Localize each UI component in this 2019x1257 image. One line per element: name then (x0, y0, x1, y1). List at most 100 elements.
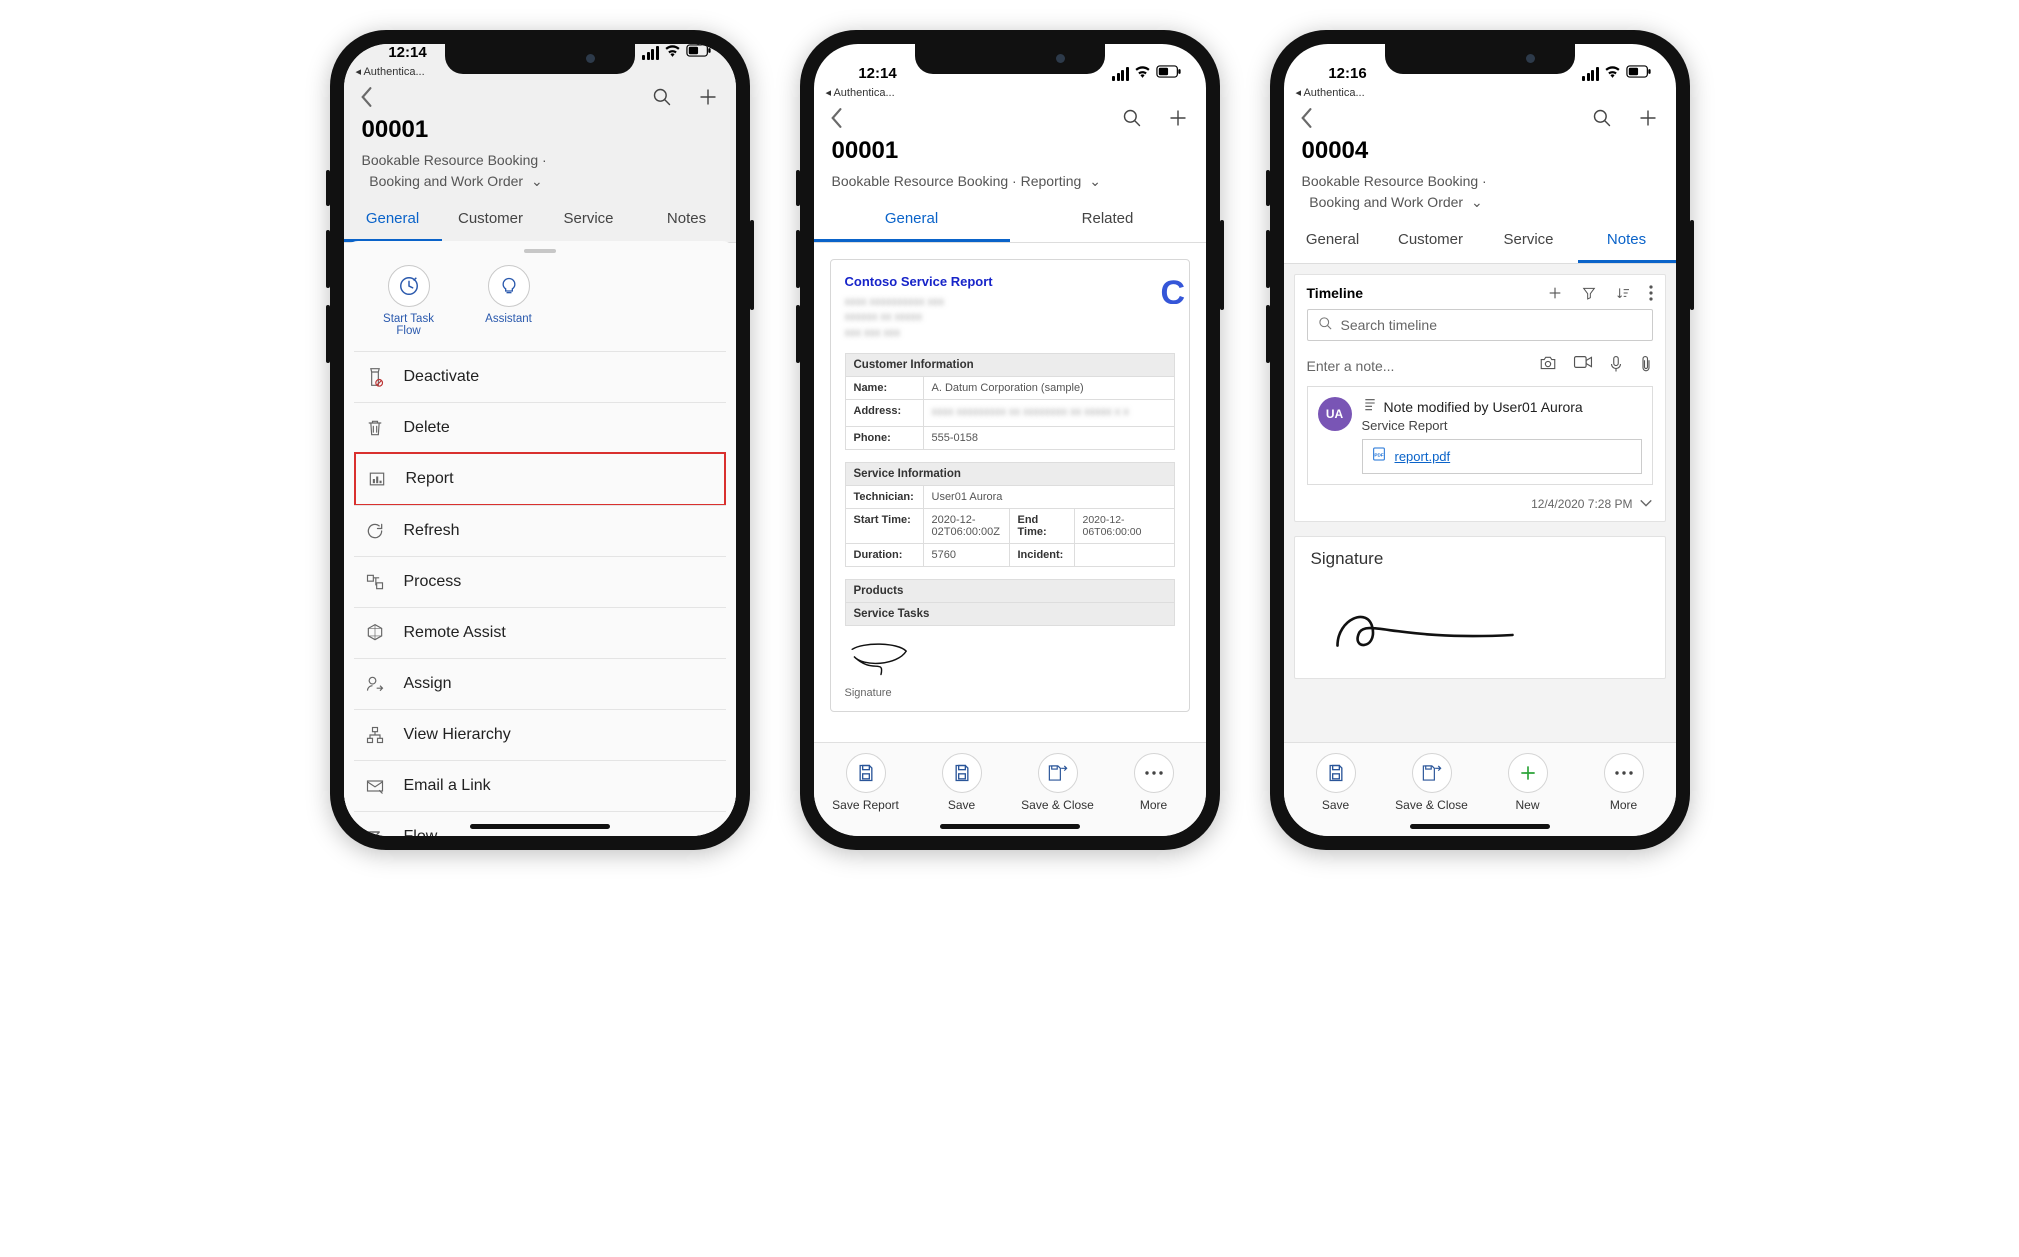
search-icon[interactable] (1592, 108, 1612, 128)
quick-assistant[interactable]: Assistant (474, 265, 544, 337)
expand-icon[interactable] (1639, 497, 1653, 511)
label-incident: Incident: (1010, 544, 1075, 566)
signature-card: Signature (1294, 536, 1666, 679)
action-email-link[interactable]: Email a Link (354, 760, 726, 811)
tab-service[interactable]: Service (1480, 231, 1578, 263)
record-breadcrumb[interactable]: Bookable Resource Booking · Booking and … (344, 150, 736, 198)
back-to-app[interactable]: ◂ Authentica... (814, 84, 1206, 99)
sheet-handle[interactable] (524, 249, 556, 253)
value-address-redacted: xxxx xxxxxxxxx xx xxxxxxxx xx xxxxx x x (924, 400, 1174, 425)
tab-notes[interactable]: Notes (1578, 231, 1676, 263)
back-to-app[interactable]: ◂ Authentica... (1284, 84, 1676, 99)
action-remote-assist[interactable]: Remote Assist (354, 607, 726, 658)
cmd-save[interactable]: Save (1296, 753, 1376, 812)
timeline-overflow-icon[interactable] (1649, 285, 1653, 301)
phone-1: 12:14 ◂ Authentica... 00001 Bookable Res… (330, 30, 750, 850)
cellular-icon (1112, 67, 1129, 81)
attachment-icon[interactable] (1639, 355, 1653, 376)
note-input-placeholder[interactable]: Enter a note... (1307, 358, 1395, 374)
battery-icon (1156, 65, 1182, 82)
camera-icon[interactable] (1539, 355, 1557, 376)
timeline-add-icon[interactable] (1547, 285, 1563, 301)
section-products: Products (845, 579, 1175, 603)
add-icon[interactable] (1638, 108, 1658, 128)
tab-notes[interactable]: Notes (638, 210, 736, 242)
remote-assist-icon (364, 622, 386, 644)
section-customer-info: Customer Information (845, 353, 1175, 377)
report-title: Contoso Service Report (845, 274, 1175, 289)
add-icon[interactable] (698, 87, 718, 107)
value-phone: 555-0158 (924, 427, 1174, 449)
microphone-icon[interactable] (1609, 355, 1623, 376)
tab-general[interactable]: General (1284, 231, 1382, 263)
status-time: 12:14 (368, 44, 448, 61)
file-link[interactable]: report.pdf (1395, 449, 1451, 464)
timeline-search-placeholder: Search timeline (1341, 317, 1438, 333)
battery-icon (686, 44, 712, 61)
search-icon[interactable] (652, 87, 672, 107)
tab-customer[interactable]: Customer (442, 210, 540, 242)
cellular-icon (1582, 67, 1599, 81)
back-button[interactable] (828, 107, 844, 129)
file-attachment[interactable]: PDF report.pdf (1362, 439, 1642, 474)
timeline-heading: Timeline (1307, 285, 1364, 301)
record-breadcrumb[interactable]: Bookable Resource Booking · Reporting ⌄ (814, 171, 1206, 198)
svg-text:PDF: PDF (1374, 453, 1383, 458)
timeline-sort-icon[interactable] (1615, 285, 1631, 301)
email-icon (364, 775, 386, 797)
signature-canvas[interactable] (1295, 573, 1665, 678)
tab-customer[interactable]: Customer (1382, 231, 1480, 263)
nav-row (814, 99, 1206, 133)
value-end-time: 2020-12-06T06:00:00 (1075, 509, 1174, 543)
cmd-save-report[interactable]: Save Report (826, 753, 906, 812)
cmd-new[interactable]: New (1488, 753, 1568, 812)
save-close-icon (1412, 753, 1452, 793)
action-assign[interactable]: Assign (354, 658, 726, 709)
home-indicator[interactable] (1410, 824, 1550, 829)
cmd-save-close[interactable]: Save & Close (1018, 753, 1098, 812)
timeline-timestamp: 12/4/2020 7:28 PM (1531, 497, 1632, 511)
more-icon (1604, 753, 1644, 793)
tab-general[interactable]: General (344, 210, 442, 242)
avatar: UA (1318, 397, 1352, 431)
phone-notch (915, 44, 1105, 74)
cmd-save[interactable]: Save (922, 753, 1002, 812)
timeline-filter-icon[interactable] (1581, 285, 1597, 301)
phone-3: 12:16 ◂ Authentica... 00004 Bookable Res… (1270, 30, 1690, 850)
tab-related[interactable]: Related (1010, 210, 1206, 242)
status-time: 12:14 (838, 65, 918, 82)
action-deactivate[interactable]: Deactivate (354, 351, 726, 402)
cmd-more[interactable]: More (1584, 753, 1664, 812)
quick-start-task-flow[interactable]: Start Task Flow (374, 265, 444, 337)
chevron-down-icon: ⌄ (531, 171, 543, 192)
timeline-entry-subtitle: Service Report (1362, 418, 1642, 433)
tab-service[interactable]: Service (540, 210, 638, 242)
tab-general[interactable]: General (814, 210, 1010, 242)
label-technician: Technician: (846, 486, 924, 508)
wifi-icon (664, 44, 681, 61)
action-report[interactable]: Report (354, 452, 726, 506)
cmd-save-close[interactable]: Save & Close (1392, 753, 1472, 812)
timeline-entry-title: Note modified by User01 Aurora (1384, 399, 1583, 415)
video-icon[interactable] (1573, 355, 1593, 376)
search-icon[interactable] (1122, 108, 1142, 128)
home-indicator[interactable] (940, 824, 1080, 829)
cmd-more[interactable]: More (1114, 753, 1194, 812)
action-refresh[interactable]: Refresh (354, 505, 726, 556)
nav-row (344, 78, 736, 112)
back-button[interactable] (358, 86, 374, 108)
chevron-down-icon: ⌄ (1471, 192, 1483, 213)
back-button[interactable] (1298, 107, 1314, 129)
home-indicator[interactable] (470, 824, 610, 829)
wifi-icon (1604, 65, 1621, 82)
action-delete[interactable]: Delete (354, 402, 726, 453)
timeline-search[interactable]: Search timeline (1307, 309, 1653, 341)
action-process[interactable]: Process (354, 556, 726, 607)
new-icon (1508, 753, 1548, 793)
action-view-hierarchy[interactable]: View Hierarchy (354, 709, 726, 760)
add-icon[interactable] (1168, 108, 1188, 128)
timeline-entry[interactable]: UA Note modified by User01 Aurora Servic… (1307, 386, 1653, 485)
record-breadcrumb[interactable]: Bookable Resource Booking · Booking and … (1284, 171, 1676, 219)
section-service-tasks: Service Tasks (845, 603, 1175, 626)
company-logo: C (1161, 274, 1189, 304)
